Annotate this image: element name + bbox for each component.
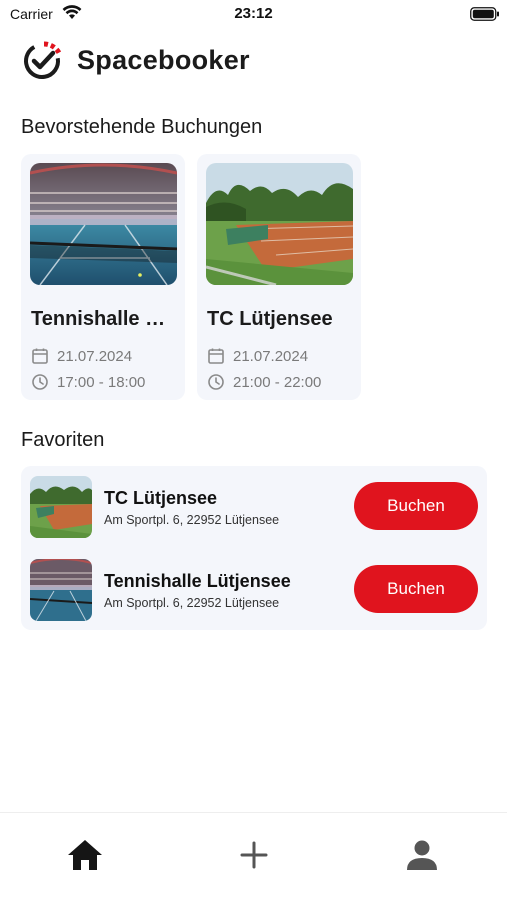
booking-date-text: 21.07.2024 — [233, 347, 309, 365]
tab-add[interactable] — [232, 833, 276, 877]
booking-date: 21.07.2024 — [31, 347, 132, 365]
clock: 23:12 — [234, 5, 273, 22]
outdoor-clay-court-photo — [30, 476, 92, 538]
booking-date-text: 21.07.2024 — [57, 347, 133, 365]
home-icon — [68, 840, 102, 870]
indoor-tennis-hall-photo — [30, 559, 92, 621]
favorite-name: TC Lütjensee — [104, 488, 218, 508]
booking-time: 21:00 - 22:00 — [207, 373, 321, 391]
favorites-section-title: Favoriten — [21, 429, 105, 451]
person-icon — [407, 840, 437, 870]
favorite-address: Am Sportpl. 6, 22952 Lütjensee — [104, 596, 280, 610]
book-button[interactable]: Buchen — [354, 482, 478, 530]
app-title: Spacebooker — [77, 44, 250, 75]
favorite-item[interactable]: Tennishalle Lütjensee Am Sportpl. 6, 229… — [21, 549, 487, 621]
tab-home[interactable] — [63, 833, 107, 877]
clock-icon — [208, 374, 224, 390]
favorite-name: Tennishalle Lütjensee — [104, 571, 291, 591]
booking-venue-name: Tennishalle Lütjensee — [31, 308, 177, 330]
outdoor-clay-court-photo — [206, 163, 353, 285]
booking-date: 21.07.2024 — [207, 347, 308, 365]
app-logo-icon — [22, 39, 64, 81]
favorite-item[interactable]: TC Lütjensee Am Sportpl. 6, 22952 Lütjen… — [21, 466, 487, 538]
booking-card[interactable]: Tennishalle Lütjensee 21.07.2024 17:00 -… — [21, 154, 185, 400]
favorites-list: TC Lütjensee Am Sportpl. 6, 22952 Lütjen… — [21, 466, 487, 630]
app-header: Spacebooker — [22, 38, 250, 82]
tab-profile[interactable] — [400, 833, 444, 877]
calendar-icon — [32, 348, 48, 364]
book-button[interactable]: Buchen — [354, 565, 478, 613]
calendar-icon — [208, 348, 224, 364]
clock-icon — [32, 374, 48, 390]
battery-icon — [470, 7, 500, 26]
booking-card[interactable]: TC Lütjensee 21.07.2024 21:00 - 22:00 — [197, 154, 361, 400]
favorite-address: Am Sportpl. 6, 22952 Lütjensee — [104, 513, 280, 527]
upcoming-section-title: Bevorstehende Buchungen — [21, 116, 263, 138]
booking-time-text: 17:00 - 18:00 — [57, 373, 146, 391]
status-bar: Carrier 23:12 — [0, 0, 507, 28]
booking-venue-name: TC Lütjensee — [207, 308, 333, 330]
booking-time: 17:00 - 18:00 — [31, 373, 145, 391]
plus-icon — [240, 841, 268, 869]
indoor-tennis-hall-photo — [30, 163, 177, 285]
tab-bar — [0, 812, 507, 901]
booking-time-text: 21:00 - 22:00 — [233, 373, 322, 391]
